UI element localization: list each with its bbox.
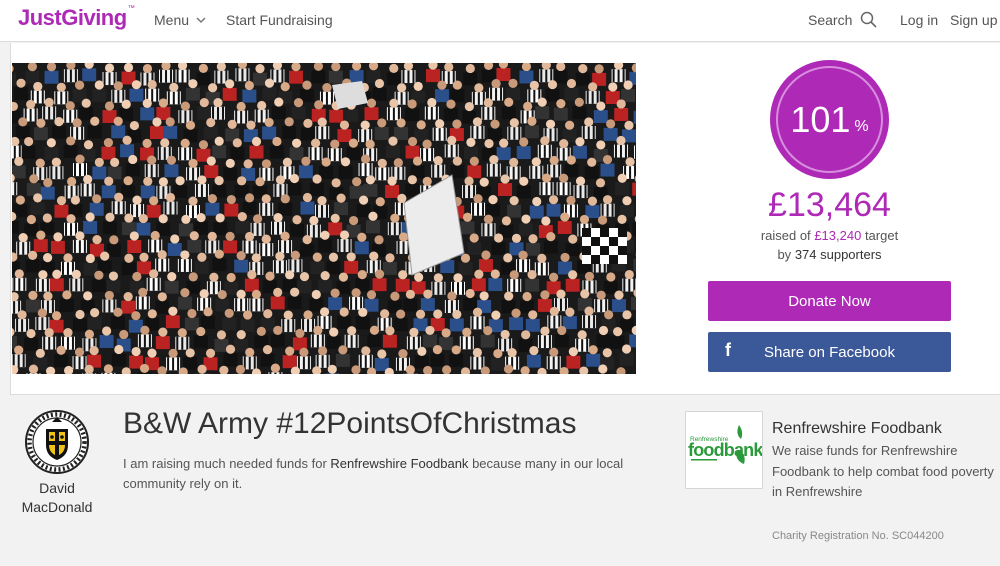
target-prefix: raised of [760,228,811,243]
target-line: raised of £13,240 target [708,228,951,243]
menu-dropdown[interactable]: Menu [154,12,207,28]
charity-name[interactable]: Renfrewshire Foodbank [772,420,942,438]
hero-image-crowd-photo [12,63,636,374]
story-prefix: I am raising much needed funds for [123,456,327,471]
logo-text: JustGiving [18,5,127,30]
menu-label: Menu [154,12,190,28]
crowd-photo-icon [12,63,636,374]
donate-now-button[interactable]: Donate Now [708,281,951,321]
target-amount: £13,240 [814,228,862,243]
chevron-down-icon [196,17,206,24]
foodbank-logo-icon: Renfrewshire foodbank [688,425,765,464]
search-label: Search [808,11,853,28]
top-navigation-bar: JustGiving™ Menu Start Fundraising Searc… [0,0,1000,42]
search-icon [861,11,877,28]
page-title: B&W Army #12PointsOfChristmas [123,407,577,440]
justgiving-logo[interactable]: JustGiving™ [18,5,135,31]
st-mirren-crest-icon[interactable] [25,410,89,474]
progress-percent: 101 [790,98,851,140]
progress-percent-sign: % [854,117,869,135]
facebook-icon: f [725,340,731,360]
facebook-label: Share on Facebook [764,343,895,361]
share-on-facebook-button[interactable]: f Share on Facebook [708,332,951,372]
progress-circle: 101% [770,60,889,179]
supporters-count: 374 supporters [794,247,882,262]
charity-logo-text: foodbank [688,440,762,460]
supporters-line: by 374 supporters [708,247,951,262]
story-charity-link[interactable]: Renfrewshire Foodbank [330,456,468,471]
progress-ring: 101% [776,66,883,173]
fundraiser-story: I am raising much needed funds for Renfr… [123,454,643,494]
search-button[interactable]: Search [808,11,877,28]
logo-trademark: ™ [127,5,135,12]
login-link[interactable]: Log in [900,12,938,28]
charity-description: We raise funds for Renfrewshire Foodbank… [772,443,994,499]
charity-registration: Charity Registration No. SC044200 [772,530,944,542]
target-suffix: target [864,228,899,243]
raised-amount: £13,464 [768,186,891,224]
signup-link[interactable]: Sign up [950,12,997,28]
charity-logo[interactable]: Renfrewshire foodbank [685,411,765,489]
supporters-prefix: by [777,247,792,262]
start-fundraising-link[interactable]: Start Fundraising [226,12,333,28]
fundraiser-name[interactable]: David MacDonald [10,479,104,517]
